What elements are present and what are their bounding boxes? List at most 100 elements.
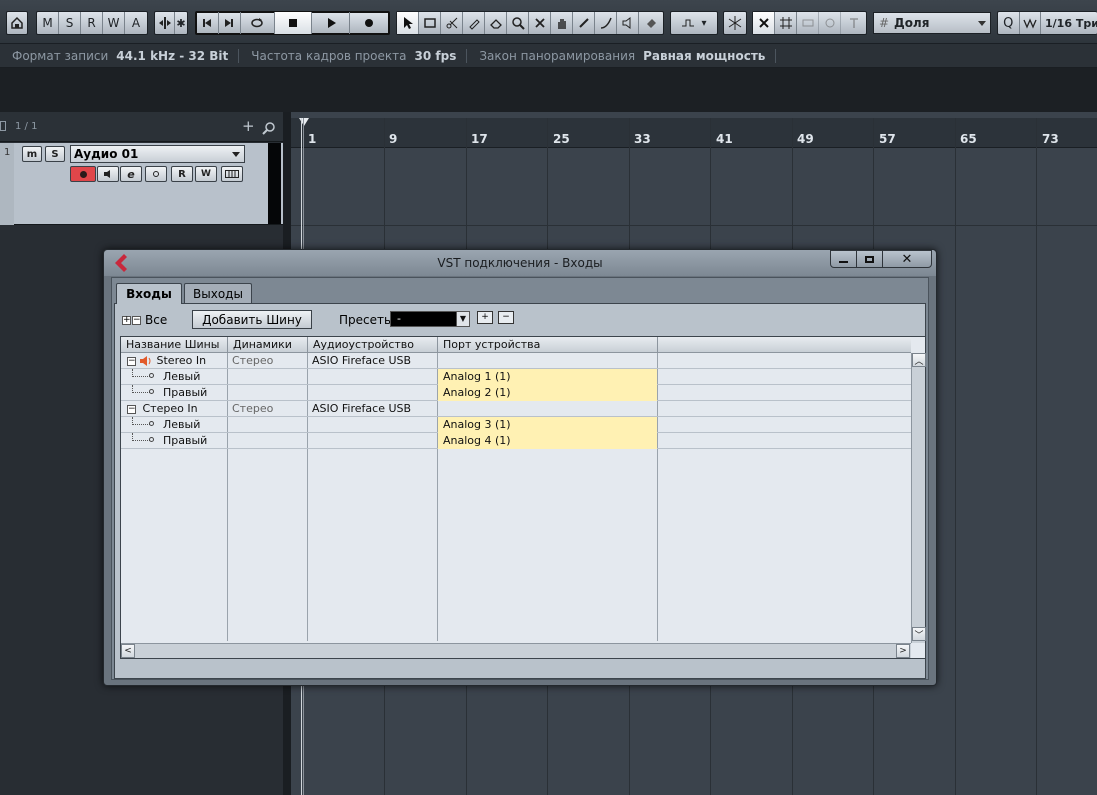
device-port-cell[interactable]: Analog 1 (1)	[438, 369, 657, 385]
channel-name-cell[interactable]: Левый	[121, 417, 227, 433]
eraser-tool-icon[interactable]	[485, 12, 507, 34]
quantize-value-select[interactable]: 1/16 Трио	[1041, 12, 1097, 34]
table-row[interactable]: − Стерео In Стерео ASIO Fireface USB	[121, 401, 911, 417]
column-speakers[interactable]: Динамики	[228, 337, 308, 353]
play-icon[interactable]	[312, 12, 351, 34]
range-tool-icon[interactable]	[419, 12, 441, 34]
snap-mode-select[interactable]: # Доля	[873, 12, 991, 34]
collapse-icon[interactable]: −	[127, 356, 136, 366]
snap-type-dropdown[interactable]	[841, 12, 866, 34]
dialog-title-bar[interactable]: VST подключения - Входы ✕	[104, 250, 936, 276]
table-row[interactable]: Левый Analog 3 (1)	[121, 417, 911, 433]
device-port-cell[interactable]: Analog 3 (1)	[438, 417, 657, 433]
read-automation-button[interactable]: R	[171, 166, 193, 182]
tab-outputs[interactable]: Выходы	[184, 283, 252, 303]
ruler[interactable]: 1 9 17 25 33 41 49 57 65 73	[291, 118, 1097, 148]
autoscroll-icon[interactable]	[155, 12, 175, 34]
presets-select[interactable]: - ▼	[390, 311, 470, 327]
timebase-button[interactable]	[145, 166, 167, 182]
tab-inputs[interactable]: Входы	[116, 283, 182, 304]
pan-law-value[interactable]: Равная мощность	[643, 48, 777, 63]
collapse-icon[interactable]: −	[127, 404, 136, 414]
scroll-left-icon[interactable]: <	[121, 644, 135, 658]
autoscroll-options-icon[interactable]: ✱	[175, 12, 187, 34]
mute-tool-icon[interactable]	[529, 12, 551, 34]
device-port-cell[interactable]: Analog 2 (1)	[438, 385, 657, 401]
glue-tool-icon[interactable]	[463, 12, 485, 34]
audio-device-cell[interactable]: ASIO Fireface USB	[307, 353, 411, 369]
device-port-cell[interactable]	[437, 353, 657, 369]
channel-name-cell[interactable]: Правый	[121, 433, 227, 449]
track-audio-01[interactable]: 1 m S Аудио 01 e R W	[0, 143, 283, 225]
channel-name-cell[interactable]: Левый	[121, 369, 227, 385]
zoom-tool-icon[interactable]	[507, 12, 529, 34]
column-bus-name[interactable]: Название Шины	[121, 337, 228, 353]
pencil-tool-icon[interactable]	[573, 12, 595, 34]
color-tool-icon[interactable]	[639, 12, 663, 34]
collapse-icon[interactable]: −	[132, 315, 141, 325]
automation-mode-button[interactable]: A	[125, 12, 147, 34]
track-solo-button[interactable]: S	[45, 146, 65, 162]
snap-toggle-icon[interactable]	[753, 12, 775, 34]
loop-icon[interactable]	[241, 12, 275, 34]
add-track-icon[interactable]: +	[242, 117, 255, 135]
line-tool-icon[interactable]	[595, 12, 617, 34]
record-enable-button[interactable]	[70, 166, 96, 182]
frame-rate-label[interactable]: Частота кадров проекта	[239, 49, 414, 63]
table-row[interactable]: Левый Analog 1 (1)	[121, 369, 911, 385]
audio-device-cell[interactable]: ASIO Fireface USB	[307, 401, 411, 417]
scroll-down-icon[interactable]: ﹀	[912, 627, 926, 641]
frame-rate-value[interactable]: 30 fps	[415, 48, 468, 63]
table-row[interactable]: − Stereo In Стерео ASIO Fireface USB	[121, 353, 911, 369]
lanes-button[interactable]	[221, 166, 243, 182]
track-name-field[interactable]: Аудио 01	[70, 145, 245, 163]
snap-cycle-icon[interactable]	[819, 12, 841, 34]
write-automation-button[interactable]: W	[195, 166, 217, 182]
speaker-tool-icon[interactable]	[617, 12, 639, 34]
maximize-button[interactable]	[856, 250, 883, 268]
read-mode-button[interactable]: R	[81, 12, 103, 34]
record-icon[interactable]	[350, 12, 388, 34]
device-port-cell[interactable]: Analog 4 (1)	[438, 433, 657, 449]
mute-mode-button[interactable]: M	[37, 12, 59, 34]
quantize-button[interactable]: Q	[998, 12, 1020, 34]
expand-icon[interactable]: +	[122, 315, 131, 325]
nudge-dropdown[interactable]: ▾	[671, 12, 717, 34]
pointer-tool-icon[interactable]	[397, 12, 419, 34]
record-format-label[interactable]: Формат записи	[0, 49, 116, 63]
grid-icon[interactable]	[775, 12, 797, 34]
table-row[interactable]: Правый Analog 4 (1)	[121, 433, 911, 449]
table-row[interactable]: Правый Analog 2 (1)	[121, 385, 911, 401]
vertical-scrollbar[interactable]: ︿ ﹀	[911, 353, 926, 643]
stop-icon[interactable]	[274, 12, 313, 34]
pan-law-label[interactable]: Закон панорамирования	[467, 49, 643, 63]
scroll-up-icon[interactable]: ︿	[912, 353, 926, 367]
search-icon[interactable]	[262, 120, 276, 139]
record-format-value[interactable]: 44.1 kHz - 32 Bit	[116, 48, 240, 63]
channel-name-cell[interactable]: Правый	[121, 385, 227, 401]
horizontal-scrollbar[interactable]: < >	[121, 643, 911, 658]
edit-channel-button[interactable]: e	[120, 166, 142, 182]
scissors-tool-icon[interactable]	[441, 12, 463, 34]
monitor-button[interactable]	[97, 166, 119, 182]
track-mute-button[interactable]: m	[22, 146, 42, 162]
column-audio-device[interactable]: Аудиоустройство	[308, 337, 438, 353]
close-button[interactable]: ✕	[882, 250, 932, 268]
quantize-wave-icon[interactable]	[1020, 12, 1041, 34]
speakers-cell[interactable]: Стерео	[227, 353, 273, 369]
write-mode-button[interactable]: W	[103, 12, 125, 34]
remove-preset-icon[interactable]: −	[498, 311, 514, 324]
expand-all-control[interactable]: + − Все	[122, 313, 167, 327]
column-device-port[interactable]: Порт устройства	[438, 337, 658, 353]
device-port-cell[interactable]	[437, 401, 657, 417]
speakers-cell[interactable]: Стерео	[227, 401, 273, 417]
go-to-start-icon[interactable]	[197, 12, 219, 34]
project-window-button[interactable]	[6, 11, 28, 35]
add-bus-button[interactable]: Добавить Шину	[192, 310, 312, 329]
save-preset-icon[interactable]: +	[477, 311, 493, 324]
snap-events-icon[interactable]	[797, 12, 819, 34]
hand-tool-icon[interactable]	[551, 12, 573, 34]
bus-name-cell[interactable]: − Stereo In	[121, 353, 227, 369]
bus-name-cell[interactable]: − Стерео In	[121, 401, 227, 417]
go-to-end-icon[interactable]	[219, 12, 241, 34]
